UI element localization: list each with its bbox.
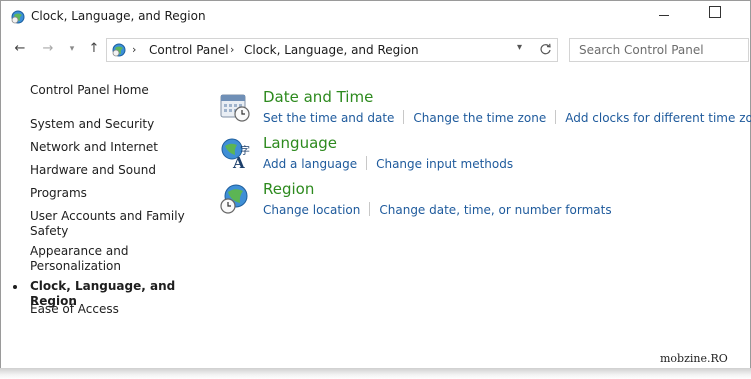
link-change-formats[interactable]: Change date, time, or number formats [379, 203, 611, 217]
title-bar: Clock, Language, and Region [1, 1, 750, 31]
category-links-language: Add a language Change input methods [263, 156, 513, 171]
breadcrumb-current-page[interactable]: Clock, Language, and Region [244, 41, 419, 59]
breadcrumb-control-panel[interactable]: Control Panel [149, 41, 229, 59]
window-drop-shadow [0, 368, 751, 379]
category-region: Region Change location Change date, time,… [219, 180, 739, 223]
link-separator [403, 110, 405, 124]
control-panel-icon [112, 43, 126, 57]
sidebar-item-hardware-sound[interactable]: Hardware and Sound [30, 163, 200, 178]
refresh-button[interactable] [534, 38, 558, 62]
link-change-time-zone[interactable]: Change the time zone [413, 111, 546, 125]
breadcrumb-chevron-icon[interactable]: › [230, 41, 234, 59]
link-add-clocks[interactable]: Add clocks for different time zones [565, 111, 751, 125]
search-placeholder: Search Control Panel [579, 43, 704, 57]
current-item-bullet [13, 285, 17, 289]
back-arrow-icon[interactable]: ← [11, 40, 29, 58]
sidebar-item-appearance[interactable]: Appearance and Personalization [30, 244, 200, 274]
sidebar-item-system-security[interactable]: System and Security [30, 117, 200, 132]
sidebar-item-programs[interactable]: Programs [30, 186, 200, 201]
sidebar-item-network-internet[interactable]: Network and Internet [30, 140, 200, 155]
sidebar-item-ease-of-access[interactable]: Ease of Access [30, 302, 200, 317]
control-panel-icon [11, 10, 25, 24]
control-panel-window: Clock, Language, and Region ← → ▾ ↑ › Co… [0, 0, 751, 370]
category-date-and-time: Date and Time Set the time and date Chang… [219, 88, 751, 131]
link-separator [555, 110, 557, 124]
left-navigation: Control Panel Home System and Security N… [1, 71, 206, 361]
category-links-region: Change location Change date, time, or num… [263, 202, 612, 217]
search-input[interactable]: Search Control Panel [569, 38, 749, 62]
sidebar-item-user-accounts[interactable]: User Accounts and Family Safety [30, 209, 200, 239]
svg-text:字: 字 [240, 144, 250, 157]
up-arrow-icon[interactable]: ↑ [85, 40, 103, 58]
minimize-icon [659, 15, 669, 16]
maximize-icon [709, 6, 721, 18]
maximize-button[interactable] [691, 1, 737, 31]
category-links-date-and-time: Set the time and date Change the time zon… [263, 110, 751, 125]
category-title-language[interactable]: Language [263, 134, 337, 152]
window-title: Clock, Language, and Region [31, 9, 206, 23]
category-title-date-and-time[interactable]: Date and Time [263, 88, 373, 106]
forward-arrow-icon[interactable]: → [39, 40, 57, 58]
minimize-button[interactable] [641, 1, 687, 31]
link-add-language[interactable]: Add a language [263, 157, 357, 171]
address-dropdown-icon[interactable]: ▾ [517, 42, 522, 53]
link-set-time-and-date[interactable]: Set the time and date [263, 111, 394, 125]
watermark-text: mobzine.RO [660, 352, 728, 365]
address-bar[interactable]: › Control Panel › Clock, Language, and R… [106, 38, 535, 62]
link-separator [369, 202, 371, 216]
recent-locations-chevron-icon[interactable]: ▾ [65, 40, 79, 58]
link-separator [366, 156, 368, 170]
language-icon: A 字 [221, 138, 250, 169]
sidebar-item-control-panel-home[interactable]: Control Panel Home [30, 83, 200, 98]
refresh-icon [540, 43, 551, 55]
category-language: A 字 Language Add a language Change input … [219, 134, 739, 177]
navigation-bar: ← → ▾ ↑ › Control Panel › Clock, Languag… [1, 34, 750, 64]
link-change-location[interactable]: Change location [263, 203, 360, 217]
link-change-input-methods[interactable]: Change input methods [376, 157, 513, 171]
date-time-icon [220, 94, 250, 122]
breadcrumb-chevron-icon[interactable]: › [132, 41, 136, 59]
region-globe-icon [220, 184, 248, 214]
category-title-region[interactable]: Region [263, 180, 314, 198]
